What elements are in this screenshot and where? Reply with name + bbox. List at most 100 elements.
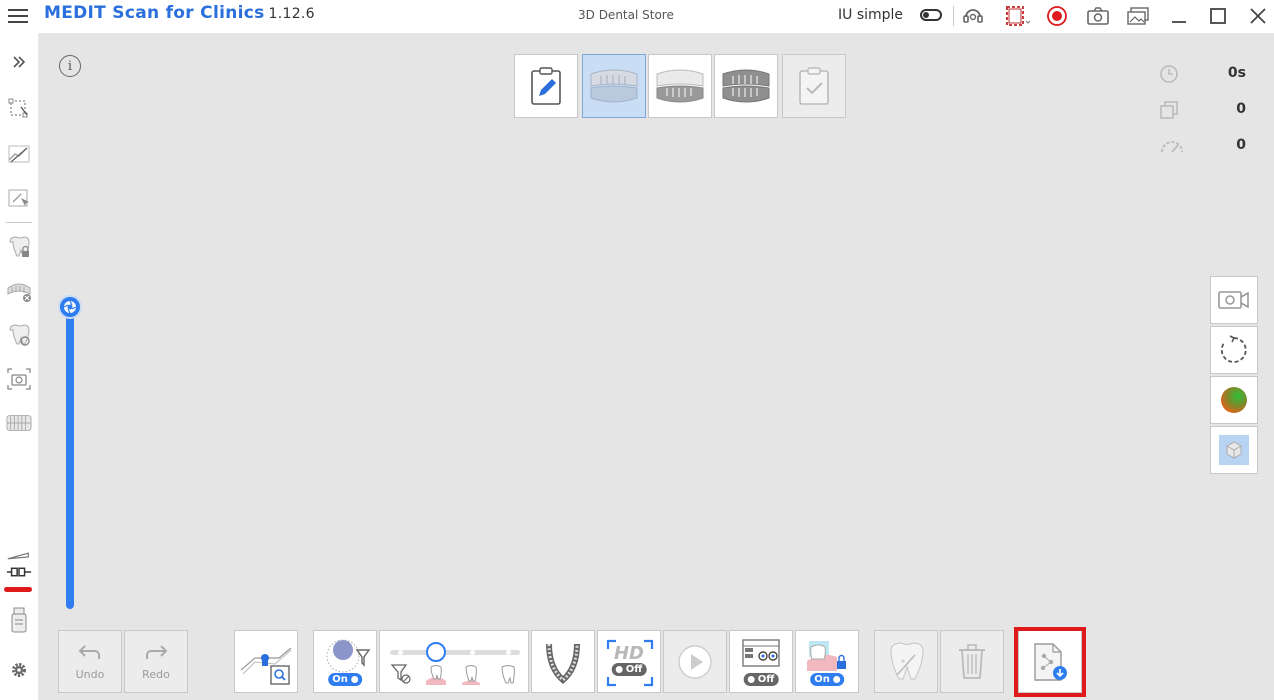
- aperture-icon: [63, 300, 77, 314]
- edit-form-icon: [531, 67, 561, 105]
- auto-rotate-button[interactable]: [1210, 326, 1258, 374]
- color-mode-button[interactable]: [1210, 376, 1258, 424]
- undo-label: Undo: [75, 668, 105, 681]
- tooth-only-icon[interactable]: [498, 663, 518, 691]
- stage-complete-button[interactable]: [782, 54, 846, 118]
- tooth-gum-icon[interactable]: [424, 663, 448, 691]
- mode-toggle[interactable]: [920, 9, 942, 21]
- scan-speed-value: 0: [1236, 137, 1246, 153]
- settings-gear-icon[interactable]: [6, 657, 32, 683]
- view-camera-button[interactable]: [1210, 276, 1258, 324]
- stage-mandible-button[interactable]: [648, 54, 712, 118]
- copies-icon: [1159, 100, 1179, 124]
- ai-scan-button[interactable]: Off: [729, 630, 793, 693]
- filter-on-pill: On: [328, 673, 362, 686]
- rotate-icon: [1220, 335, 1247, 363]
- maximize-icon[interactable]: [1206, 4, 1230, 28]
- 3d-view-button[interactable]: [1210, 426, 1258, 474]
- gallery-icon[interactable]: [1124, 4, 1152, 28]
- info-button[interactable]: i: [59, 55, 81, 77]
- filter-level-handle[interactable]: [426, 642, 446, 662]
- scan-area-search-button[interactable]: [234, 630, 298, 693]
- hd-off-pill: Off: [611, 663, 647, 676]
- ai-off-pill: Off: [743, 673, 779, 686]
- app-title: MEDIT Scan for Clinics 1.12.6: [44, 3, 315, 23]
- full-arch-icon[interactable]: [6, 410, 32, 436]
- hd-mode-button[interactable]: HD Off: [597, 630, 661, 693]
- redo-icon: [146, 644, 168, 659]
- app-name: MEDIT Scan for Clinics: [44, 3, 265, 23]
- play-icon: [678, 644, 712, 679]
- lock-on-pill: On: [810, 673, 844, 686]
- export-highlight-box: [1014, 627, 1086, 697]
- trash-icon: [959, 643, 985, 679]
- no-filter-icon[interactable]: [390, 663, 412, 689]
- dental-arch-icon: [546, 643, 580, 684]
- ai-state: Off: [757, 674, 775, 685]
- record-button-icon[interactable]: [1045, 4, 1069, 28]
- filter-level-slider-panel: [379, 630, 529, 693]
- filter-sphere-icon: [326, 639, 371, 672]
- data-count-stat: 0: [1155, 100, 1250, 120]
- mode-label: IU simple: [838, 7, 904, 23]
- store-title: 3D Dental Store: [578, 8, 674, 22]
- expand-sidebar-icon[interactable]: [6, 49, 32, 75]
- filter-toggle-button[interactable]: On: [313, 630, 377, 693]
- hd-state: Off: [625, 664, 643, 675]
- speedometer-icon: [1159, 136, 1185, 160]
- screen-record-area-icon[interactable]: [1004, 4, 1034, 28]
- occlusion-icon: [722, 69, 770, 103]
- undo-icon: [78, 644, 100, 659]
- play-button[interactable]: [663, 630, 727, 693]
- remove-teeth-icon[interactable]: [6, 278, 32, 304]
- refresh-tooth-icon[interactable]: [6, 322, 32, 348]
- hamburger-menu-icon[interactable]: [6, 5, 30, 27]
- mandible-icon: [656, 69, 704, 103]
- checklist-icon: [799, 67, 829, 105]
- scan-time-stat: 0s: [1155, 64, 1250, 84]
- close-icon[interactable]: [1246, 4, 1270, 28]
- left-sidebar: [0, 33, 38, 700]
- tooth-small-gum-icon[interactable]: [460, 663, 482, 691]
- hd-label: HD: [613, 643, 644, 664]
- stage-edit-form-button[interactable]: [514, 54, 578, 118]
- stage-maxilla-button[interactable]: [582, 54, 646, 118]
- select-region-icon[interactable]: [6, 185, 32, 211]
- clock-icon: [1159, 64, 1179, 88]
- scan-speed-stat: 0: [1155, 136, 1250, 156]
- color-sphere-icon: [1221, 387, 1247, 413]
- app-version: 1.12.6: [268, 6, 315, 22]
- stage-occlusion-button[interactable]: [714, 54, 778, 118]
- magic-wand-tooth-icon: [890, 641, 924, 679]
- scan-depth-slider-track[interactable]: [66, 307, 74, 609]
- filter-level-track[interactable]: [390, 650, 520, 655]
- scan-time-value: 0s: [1227, 65, 1246, 81]
- undo-button[interactable]: Undo: [58, 630, 122, 693]
- trim-tool-icon[interactable]: [6, 141, 32, 167]
- minimize-icon[interactable]: [1168, 4, 1190, 28]
- tooth-lock-button[interactable]: On: [795, 630, 859, 693]
- delete-button[interactable]: [940, 630, 1004, 693]
- scan-area-search-icon: [240, 647, 292, 685]
- cube-icon: [1219, 435, 1249, 465]
- redo-button[interactable]: Redo: [124, 630, 188, 693]
- scan-capture-icon[interactable]: [6, 366, 32, 392]
- screenshot-camera-icon[interactable]: [1085, 4, 1111, 28]
- scan-depth-slider-handle[interactable]: [58, 295, 82, 319]
- data-count-value: 0: [1236, 101, 1246, 117]
- title-bar: MEDIT Scan for Clinics 1.12.6 3D Dental S…: [0, 0, 1274, 33]
- video-camera-icon: [1218, 291, 1249, 309]
- remote-support-icon[interactable]: [960, 4, 986, 28]
- lock-state: On: [814, 674, 830, 685]
- scanner-connection-icon: [6, 559, 32, 585]
- arch-tray-button[interactable]: [531, 630, 595, 693]
- filter-state: On: [332, 674, 348, 685]
- remove-artifacts-button[interactable]: [874, 630, 938, 693]
- ai-monitor-icon: [742, 638, 780, 667]
- selection-lasso-icon[interactable]: [6, 96, 32, 122]
- lock-tooth-icon[interactable]: [6, 234, 32, 260]
- maxilla-icon: [590, 69, 638, 103]
- redo-label: Redo: [142, 668, 170, 681]
- scanner-device-icon[interactable]: [6, 607, 32, 633]
- tooth-lock-icon: [807, 640, 846, 671]
